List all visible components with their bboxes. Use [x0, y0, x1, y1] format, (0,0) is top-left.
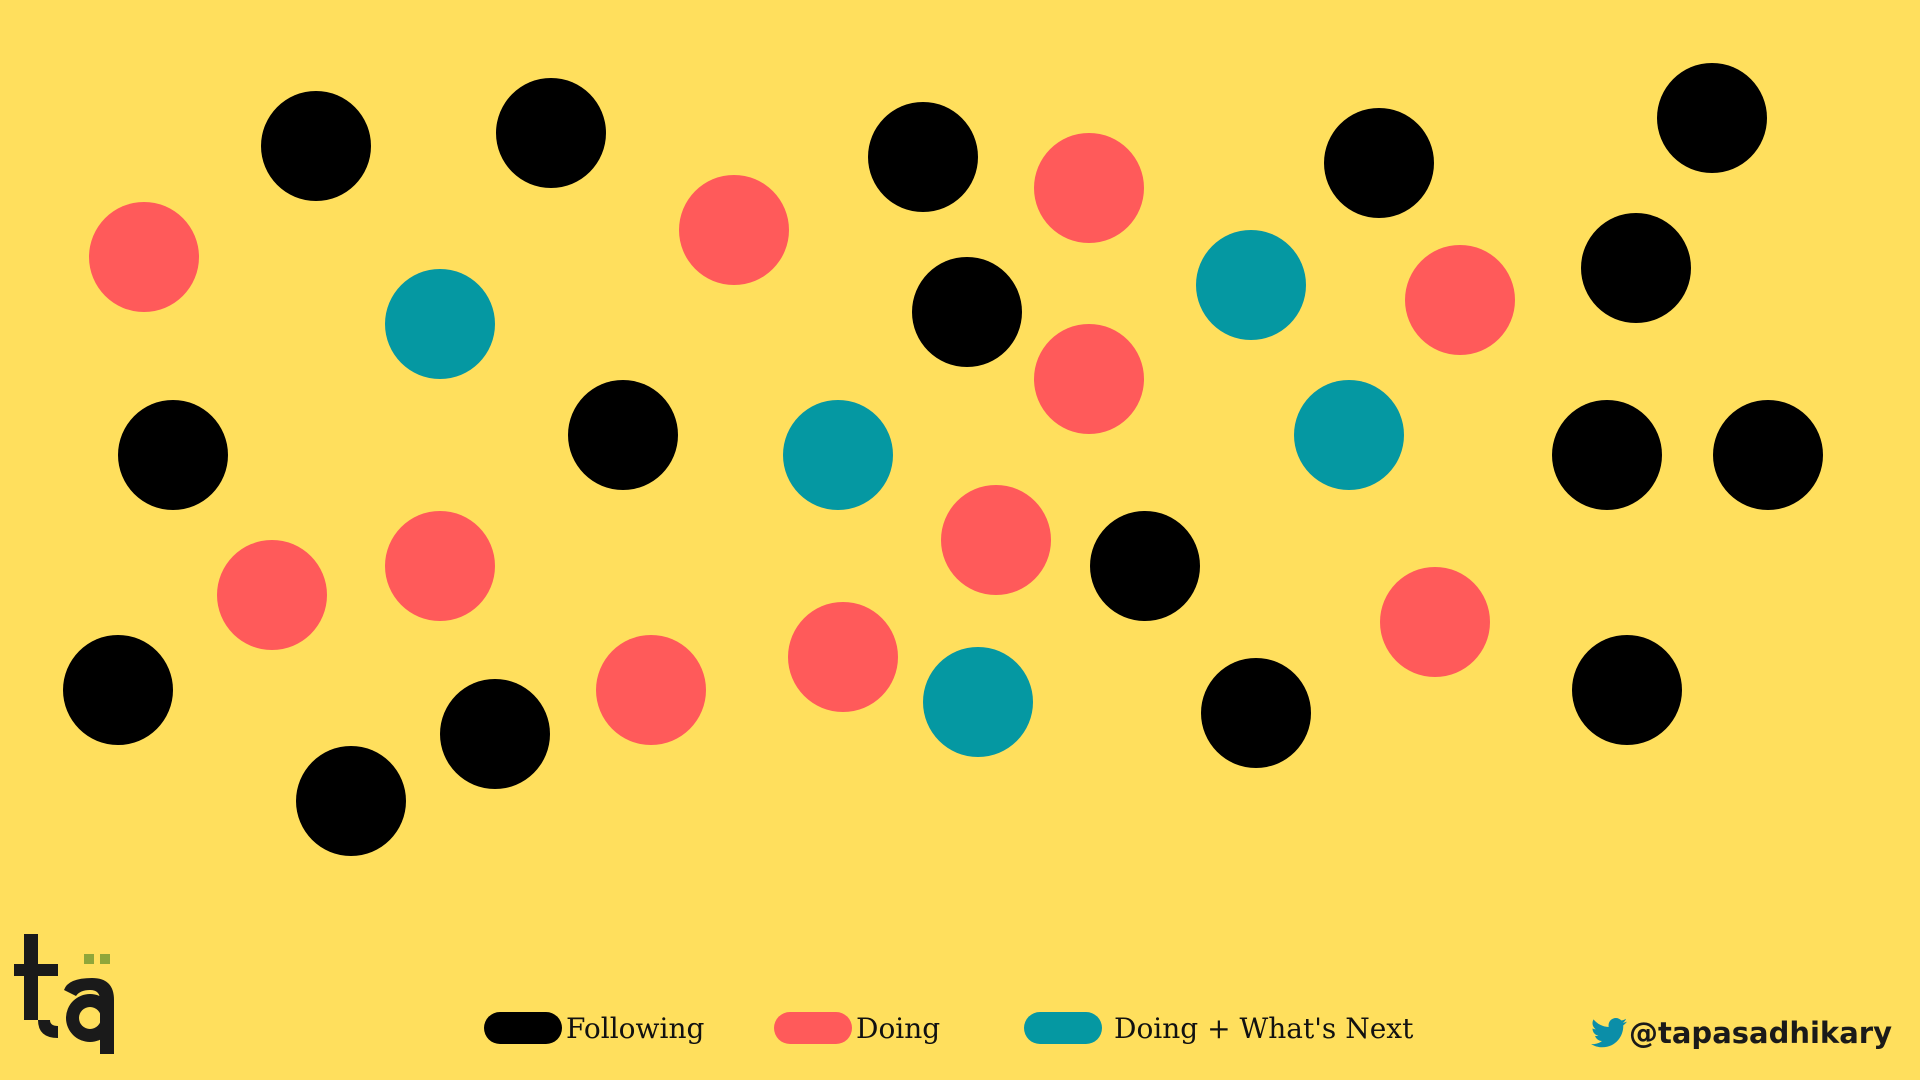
dot-doing	[1034, 133, 1144, 243]
legend-swatch-following	[484, 1012, 562, 1044]
dot-doing	[1405, 245, 1515, 355]
dot-next	[923, 647, 1033, 757]
dot-next	[385, 269, 495, 379]
legend-label-following: Following	[566, 1011, 705, 1045]
dot-following	[868, 102, 978, 212]
twitter-handle-text: @tapasadhikary	[1629, 1016, 1892, 1050]
ta-logo	[14, 934, 124, 1054]
legend-item-following: Following	[484, 1010, 704, 1046]
dot-doing	[679, 175, 789, 285]
dot-following	[912, 257, 1022, 367]
dot-following	[440, 679, 550, 789]
dot-doing	[1380, 567, 1490, 677]
legend-label-doing: Doing	[856, 1011, 941, 1045]
dot-following	[568, 380, 678, 490]
dots-canvas	[0, 0, 1920, 1080]
dot-following	[1572, 635, 1682, 745]
dot-doing	[1034, 324, 1144, 434]
dot-following	[1713, 400, 1823, 510]
dot-following	[1552, 400, 1662, 510]
legend-item-doing: Doing	[774, 1010, 940, 1046]
twitter-bird-icon	[1591, 1018, 1627, 1048]
dot-doing	[788, 602, 898, 712]
twitter-handle: @tapasadhikary	[1591, 1016, 1892, 1050]
legend-label-next: Doing + What's Next	[1114, 1011, 1414, 1045]
dot-doing	[596, 635, 706, 745]
dot-doing	[217, 540, 327, 650]
dot-following	[1090, 511, 1200, 621]
dot-doing	[385, 511, 495, 621]
dot-next	[1196, 230, 1306, 340]
dot-following	[261, 91, 371, 201]
dot-following	[1324, 108, 1434, 218]
legend-item-next: Doing + What's Next	[1024, 1010, 1413, 1046]
dot-following	[496, 78, 606, 188]
dot-doing	[941, 485, 1051, 595]
legend-swatch-doing	[774, 1012, 852, 1044]
dot-following	[63, 635, 173, 745]
dot-doing	[89, 202, 199, 312]
dot-following	[1581, 213, 1691, 323]
legend-swatch-next	[1024, 1012, 1102, 1044]
dot-following	[118, 400, 228, 510]
dot-next	[1294, 380, 1404, 490]
dot-next	[783, 400, 893, 510]
dot-following	[296, 746, 406, 856]
dot-following	[1657, 63, 1767, 173]
dot-following	[1201, 658, 1311, 768]
